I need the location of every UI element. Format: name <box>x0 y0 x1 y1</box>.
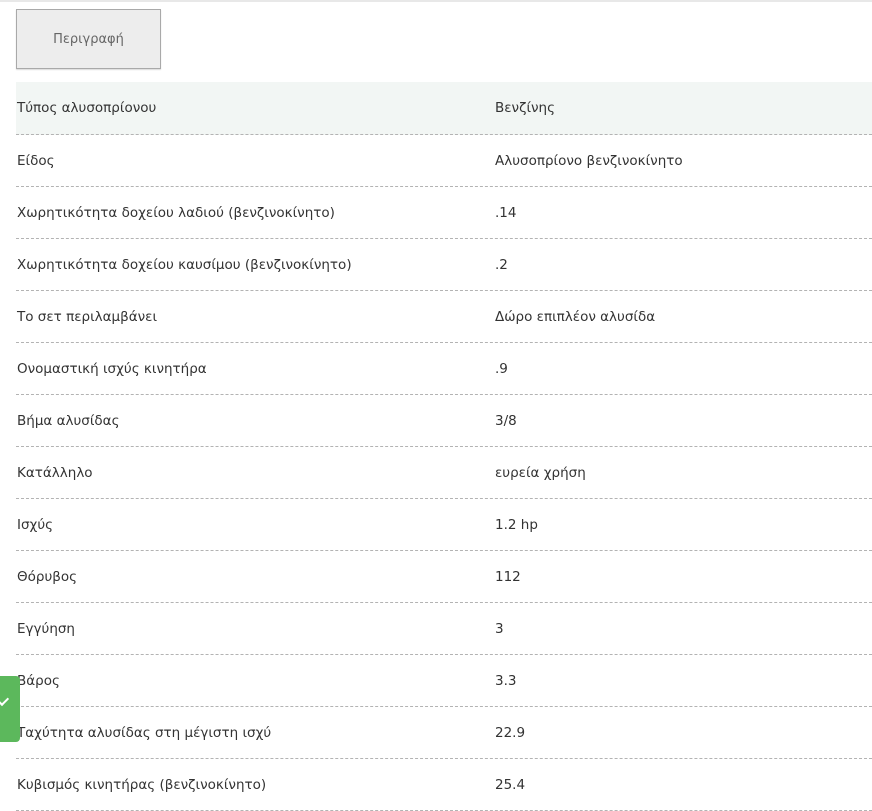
spec-value: 112 <box>495 568 521 585</box>
side-feedback-tab[interactable] <box>0 676 20 742</box>
spec-value: 22.9 <box>495 724 526 741</box>
top-divider <box>0 0 872 2</box>
chevron-down-icon <box>0 691 10 707</box>
spec-label: Είδος <box>17 152 55 169</box>
spec-value: ευρεία χρήση <box>495 464 586 481</box>
spec-row: Ταχύτητα αλυσίδας στη μέγιστη ισχύ 22.9 <box>16 707 872 759</box>
spec-row: Χωρητικότητα δοχείου καυσίμου (βενζινοκί… <box>16 239 872 291</box>
spec-row: Ισχύς 1.2 hp <box>16 499 872 551</box>
spec-value: 1.2 hp <box>495 516 538 533</box>
spec-value: Δώρο επιπλέον αλυσίδα <box>495 308 656 325</box>
spec-row: Ονομαστική ισχύς κινητήρα .9 <box>16 343 872 395</box>
spec-label: Τύπος αλυσοπρίονου <box>17 100 157 116</box>
spec-row: Κατάλληλο ευρεία χρήση <box>16 447 872 499</box>
spec-value: .14 <box>495 204 517 221</box>
spec-label: Ταχύτητα αλυσίδας στη μέγιστη ισχύ <box>17 724 272 741</box>
product-details-page: Περιγραφή Τύπος αλυσοπρίονου Βενζίνης Εί… <box>0 0 872 811</box>
spec-label: Βάρος <box>17 672 60 689</box>
spec-row: Βήμα αλυσίδας 3/8 <box>16 395 872 447</box>
spec-row: Τύπος αλυσοπρίονου Βενζίνης <box>16 82 872 135</box>
spec-value: .2 <box>495 256 508 273</box>
tab-description[interactable]: Περιγραφή <box>16 9 161 69</box>
spec-row: Θόρυβος 112 <box>16 551 872 603</box>
spec-value: 25.4 <box>495 776 526 793</box>
spec-row: Εγγύηση 3 <box>16 603 872 655</box>
spec-label: Κυβισμός κινητήρας (βενζινοκίνητο) <box>17 776 267 793</box>
spec-label: Εγγύηση <box>17 620 75 637</box>
spec-value: 3 <box>495 620 504 637</box>
spec-label: Χωρητικότητα δοχείου λαδιού (βενζινοκίνη… <box>17 204 335 221</box>
spec-row: Κυβισμός κινητήρας (βενζινοκίνητο) 25.4 <box>16 759 872 811</box>
specifications-table: Τύπος αλυσοπρίονου Βενζίνης Είδος Αλυσοπ… <box>16 82 872 811</box>
spec-row: Βάρος 3.3 <box>16 655 872 707</box>
spec-value: Αλυσοπρίονο βενζινοκίνητο <box>495 152 683 169</box>
spec-value: 3.3 <box>495 672 517 689</box>
spec-label: Κατάλληλο <box>17 464 93 481</box>
spec-label: Θόρυβος <box>17 568 78 585</box>
spec-row: Είδος Αλυσοπρίονο βενζινοκίνητο <box>16 135 872 187</box>
spec-label: Χωρητικότητα δοχείου καυσίμου (βενζινοκί… <box>17 256 352 273</box>
spec-row: Χωρητικότητα δοχείου λαδιού (βενζινοκίνη… <box>16 187 872 239</box>
spec-value: .9 <box>495 360 508 377</box>
spec-label: Το σετ περιλαμβάνει <box>17 308 158 325</box>
spec-label: Ισχύς <box>17 516 54 533</box>
spec-value: Βενζίνης <box>495 100 556 116</box>
spec-label: Βήμα αλυσίδας <box>17 412 120 429</box>
spec-value: 3/8 <box>495 412 517 429</box>
spec-label: Ονομαστική ισχύς κινητήρα <box>17 360 207 377</box>
spec-row: Το σετ περιλαμβάνει Δώρο επιπλέον αλυσίδ… <box>16 291 872 343</box>
